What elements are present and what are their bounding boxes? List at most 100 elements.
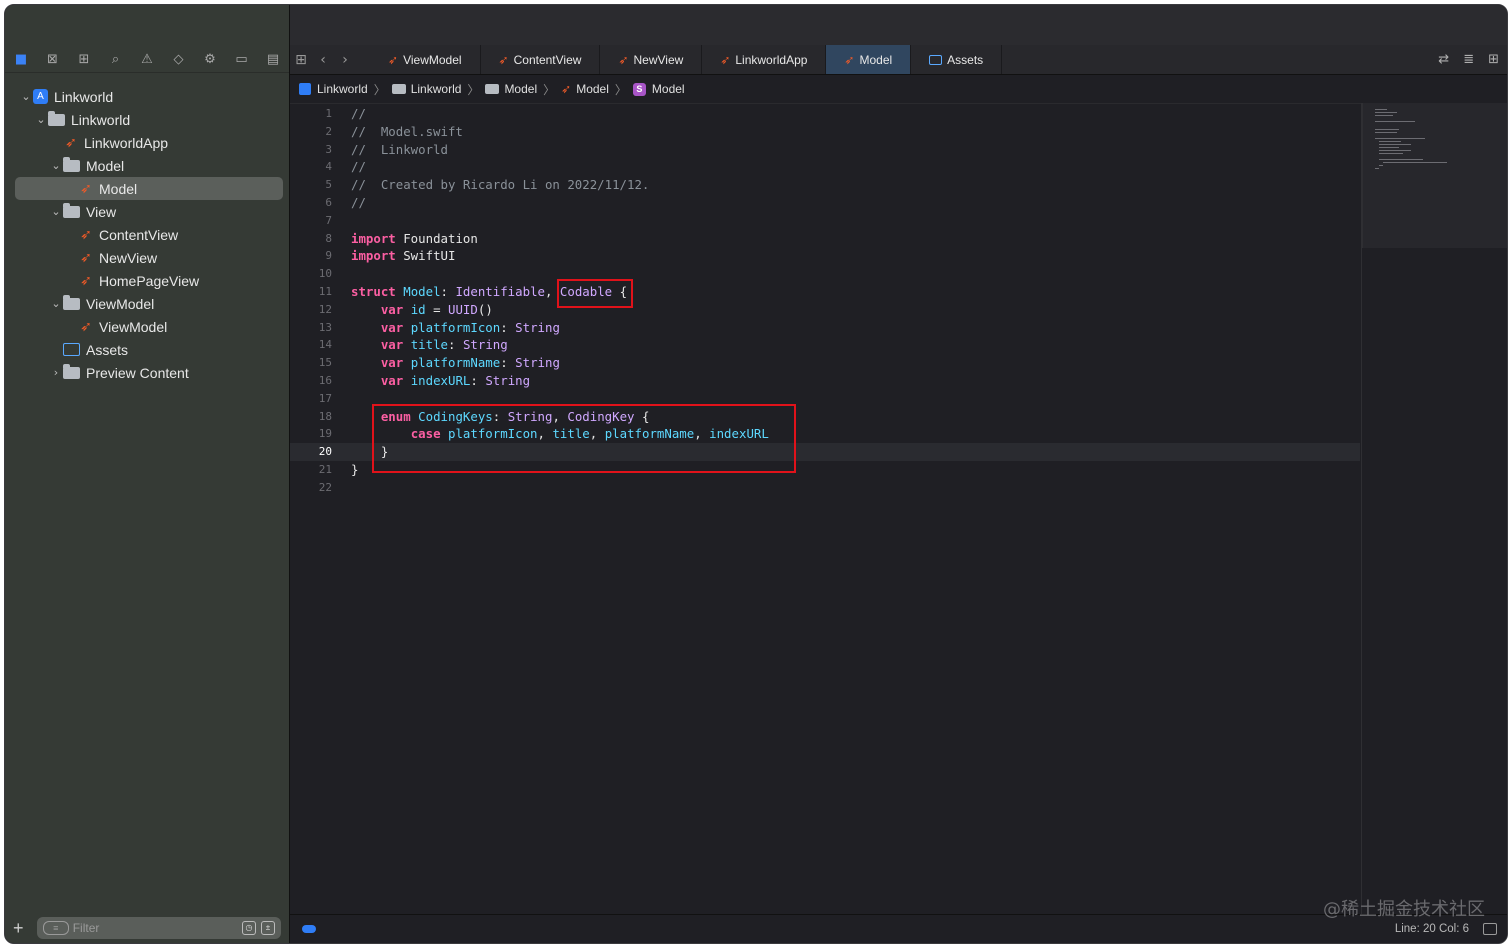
tree-item[interactable]: › Preview Content [5, 361, 289, 384]
code-token: SwiftUI [395, 248, 456, 264]
code-token: var [380, 355, 404, 371]
code-line[interactable]: 8 import Foundation [290, 230, 1360, 248]
code-line[interactable]: 13 var platformIcon: String [290, 319, 1360, 337]
code-text: // Linkworld [351, 141, 448, 159]
code-line[interactable]: 6 // [290, 194, 1360, 212]
issue-navigator-icon[interactable]: ⚠ [139, 52, 155, 68]
swift-icon: ➶ [388, 52, 399, 67]
breadcrumb-item[interactable]: Model 〉 [485, 81, 561, 98]
code-token: : [448, 337, 463, 353]
code-line[interactable]: 12 var id = UUID() [290, 301, 1360, 319]
code-line[interactable]: 10 [290, 265, 1360, 283]
breadcrumb-item[interactable]: S Model [632, 82, 685, 96]
tree-item-label: Linkworld [54, 88, 114, 105]
tree-item[interactable]: ➶ NewView [5, 246, 289, 269]
tab-assets[interactable]: Assets [911, 45, 1003, 74]
code-line[interactable]: 11 struct Model: Identifiable, Codable { [290, 283, 1360, 301]
line-number: 2 [325, 124, 332, 138]
code-line[interactable]: 16 var indexURL: String [290, 372, 1360, 390]
tree-item[interactable]: ➶ LinkworldApp [5, 131, 289, 154]
code-line[interactable]: 9 import SwiftUI [290, 247, 1360, 265]
tree-item[interactable]: ⌄ Linkworld [5, 108, 289, 131]
debug-navigator-icon[interactable]: ⚙ [202, 52, 218, 68]
tree-item[interactable]: ➶ HomePageView [5, 269, 289, 292]
code-line[interactable]: 7 [290, 212, 1360, 230]
code-token: UUID [448, 301, 478, 317]
tree-item[interactable]: ⌄ ViewModel [5, 292, 289, 315]
line-number: 10 [318, 267, 332, 281]
grid-icon[interactable]: ⊞ [290, 52, 312, 68]
code-token: = [425, 301, 449, 317]
back-icon[interactable]: ‹ [312, 52, 334, 68]
code-line[interactable]: 3 // Linkworld [290, 141, 1360, 159]
chevron-down-icon[interactable]: ⌄ [49, 159, 63, 172]
code-text: var platformName: String [351, 354, 560, 372]
recent-files-icon[interactable]: ◷ [242, 921, 256, 935]
tree-item[interactable]: ⌄ Model [5, 154, 289, 177]
swap-icon[interactable]: ⇄ [1438, 52, 1449, 67]
breadcrumb: Linkworld 〉 Linkworld 〉 Model 〉 ➶ Model 〉 S Model [290, 75, 1507, 104]
tab-contentview[interactable]: ➶ ContentView [481, 45, 601, 74]
line-number: 3 [325, 142, 332, 156]
report-navigator-icon[interactable]: ▤ [265, 52, 281, 68]
tree-item[interactable]: ➶ Model [15, 177, 283, 200]
chevron-down-icon[interactable]: ⌄ [49, 297, 63, 310]
breadcrumb-item[interactable]: Linkworld 〉 [299, 81, 392, 98]
breadcrumb-item[interactable]: ➶ Model 〉 [561, 81, 633, 98]
code-text: import Foundation [351, 230, 478, 248]
code-line[interactable]: 22 [290, 479, 1360, 497]
line-number: 4 [325, 160, 332, 174]
xcode-window: ■ ⊠ ⊞ ⌕ ⚠ ◇ ⚙ ▭ ▤ ⌄ A Linkworld ⌄ Linkworld ➶… [4, 4, 1508, 944]
code-line[interactable]: 4 // [290, 158, 1360, 176]
code-token: id [410, 301, 426, 317]
tree-item[interactable]: Assets [5, 338, 289, 361]
code-token: platformName [410, 355, 501, 371]
code-line[interactable]: 5 // Created by Ricardo Li on 2022/11/12. [290, 176, 1360, 194]
folder-icon [391, 84, 406, 94]
scm-filter-icon[interactable]: ± [261, 921, 275, 935]
code-token: // Model.swift [351, 123, 463, 139]
find-navigator-icon[interactable]: ⌕ [108, 52, 124, 68]
code-line[interactable]: 1 // [290, 105, 1360, 123]
source-control-icon[interactable]: ⊠ [45, 52, 61, 68]
chevron-right-icon[interactable]: › [49, 366, 63, 379]
tab-model[interactable]: ➶ Model [826, 45, 912, 74]
code-line[interactable]: 14 var title: String [290, 336, 1360, 354]
line-number: 8 [325, 231, 332, 245]
breadcrumb-label: Model [504, 82, 538, 96]
symbol-navigator-icon[interactable]: ⊞ [76, 52, 92, 68]
code-token: String [485, 372, 531, 388]
debug-area-toggle[interactable] [302, 925, 316, 933]
tab-linkworldapp[interactable]: ➶ LinkworldApp [702, 45, 827, 74]
test-navigator-icon[interactable]: ◇ [171, 52, 187, 68]
code-line[interactable]: 15 var platformName: String [290, 354, 1360, 372]
add-icon[interactable]: + [13, 918, 31, 939]
project-navigator-icon[interactable]: ■ [13, 52, 29, 68]
code-line[interactable]: 2 // Model.swift [290, 123, 1360, 141]
minimap[interactable] [1362, 103, 1507, 248]
add-editor-icon[interactable]: ⊞ [1488, 52, 1499, 67]
tree-item[interactable]: ⌄ A Linkworld [5, 85, 289, 108]
chevron-down-icon[interactable]: ⌄ [49, 205, 63, 218]
sidebar-titlebar [5, 5, 289, 45]
breakpoint-navigator-icon[interactable]: ▭ [234, 52, 250, 68]
line-number: 1 [325, 107, 332, 120]
chevron-down-icon[interactable]: ⌄ [34, 113, 48, 126]
tab-newview[interactable]: ➶ NewView [600, 45, 703, 74]
filter-options-icon[interactable]: ≡ [42, 921, 69, 935]
editor-options-icon[interactable]: ≣ [1463, 52, 1474, 67]
line-number: 13 [318, 320, 332, 334]
swift-icon: ➶ [618, 52, 629, 67]
tree-item[interactable]: ⌄ View [5, 200, 289, 223]
tab-viewmodel[interactable]: ➶ ViewModel [370, 45, 481, 74]
tree-item[interactable]: ➶ ViewModel [5, 315, 289, 338]
filter-field[interactable]: ≡ Filter ◷ ± [36, 917, 281, 939]
inspector-toggle-icon[interactable] [1483, 923, 1497, 935]
forward-icon[interactable]: › [334, 52, 356, 68]
tree-item[interactable]: ➶ ContentView [5, 223, 289, 246]
breadcrumb-item[interactable]: Linkworld 〉 [391, 81, 486, 98]
chevron-down-icon[interactable]: ⌄ [19, 90, 33, 103]
